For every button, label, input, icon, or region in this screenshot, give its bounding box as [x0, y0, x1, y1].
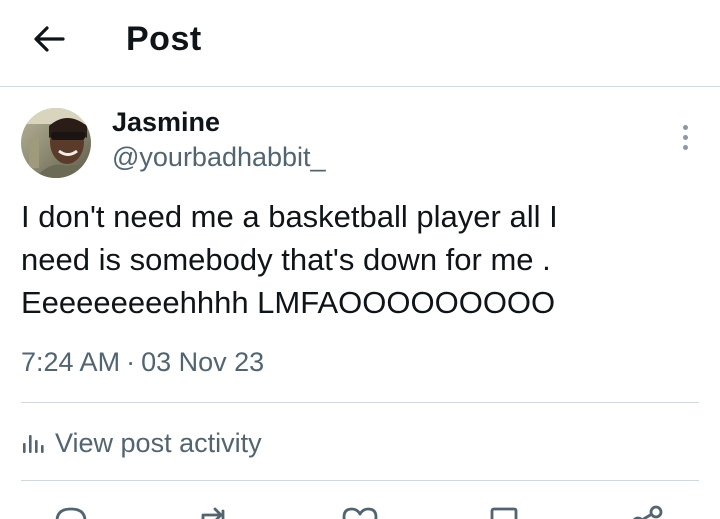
more-vertical-icon [682, 124, 688, 130]
back-button[interactable] [28, 19, 70, 59]
reply-button[interactable] [51, 503, 91, 519]
repost-button[interactable] [193, 503, 233, 519]
like-button[interactable] [340, 503, 380, 519]
share-button[interactable] [628, 503, 668, 519]
activity-label: View post activity [55, 427, 262, 458]
view-post-activity-button[interactable]: View post activity [21, 425, 262, 461]
analytics-icon [23, 435, 44, 453]
bookmark-icon [490, 507, 518, 519]
arrow-left-icon [34, 26, 65, 52]
post-text-line: I don't need me a basketball player all … [21, 199, 558, 234]
bookmark-button[interactable] [484, 503, 524, 519]
post-body: I don't need me a basketball player all … [21, 195, 681, 324]
author-handle[interactable]: @yourbadhabbit_ [112, 142, 326, 173]
meta-separator: · [126, 347, 136, 377]
reply-icon [55, 507, 87, 519]
avatar-photo [21, 108, 91, 178]
repost-icon [201, 507, 225, 519]
top-bar: Post [0, 0, 720, 87]
post-text-line: need is somebody that's down for me . [21, 242, 551, 277]
more-options-button[interactable] [670, 120, 700, 154]
post-timestamp: 7:24 AM · 03 Nov 23 [21, 347, 264, 378]
page-title: Post [126, 20, 202, 58]
heart-icon [342, 507, 378, 519]
avatar[interactable] [21, 108, 91, 178]
post-detail-screen: Post Jasmine @yourbadhabbit_ I don't nee… [0, 0, 720, 519]
post-date[interactable]: 03 Nov 23 [141, 347, 264, 377]
divider [21, 480, 699, 481]
author-display-name[interactable]: Jasmine [112, 107, 220, 138]
post-text-line: Eeeeeeeeehhhh LMFAOOOOOOOOO [21, 285, 556, 320]
post-time[interactable]: 7:24 AM [21, 347, 120, 377]
divider [21, 402, 699, 403]
share-icon [633, 505, 663, 519]
